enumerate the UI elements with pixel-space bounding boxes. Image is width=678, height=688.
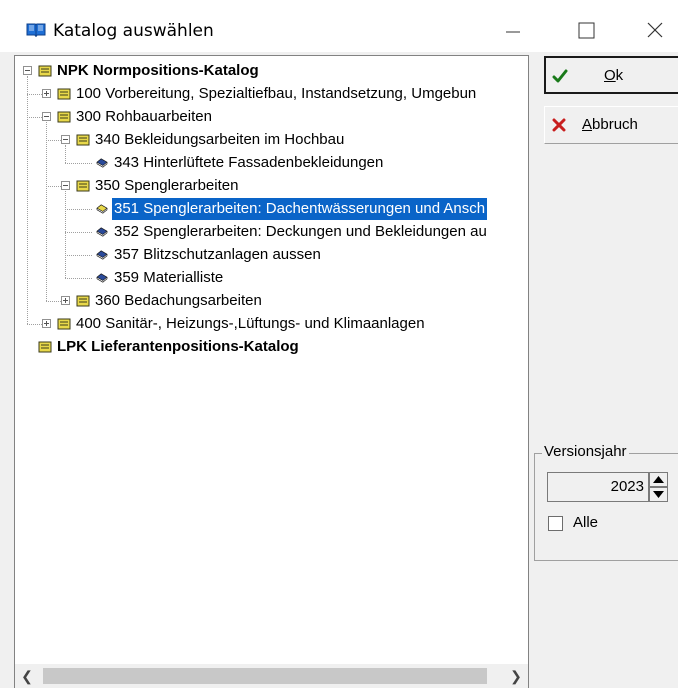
tree-item[interactable]: 352 Spenglerarbeiten: Deckungen und Bekl… [15, 221, 528, 243]
all-checkbox-label: Alle [573, 514, 599, 531]
tree-item[interactable]: LPK Lieferantenpositions-Katalog [15, 336, 528, 358]
spin-up-button[interactable] [649, 472, 668, 487]
all-checkbox[interactable] [548, 516, 563, 531]
catalog-book-icon [76, 295, 90, 307]
arrow-down-icon [653, 491, 664, 498]
expand-plus-icon[interactable] [61, 296, 70, 305]
window-title: Katalog auswählen [53, 21, 214, 41]
chapter-leaf-icon [96, 158, 108, 168]
tree-item-label: 300 Rohbauarbeiten [76, 108, 212, 125]
version-year-group [534, 453, 678, 561]
tree-item-label: 350 Spenglerarbeiten [95, 177, 239, 194]
chapter-leaf-icon [96, 250, 108, 260]
tree-item[interactable]: 100 Vorbereitung, Spezialtiefbau, Instan… [15, 83, 528, 105]
cross-icon [552, 118, 566, 132]
catalog-book-icon [76, 134, 90, 146]
catalog-book-icon [38, 65, 52, 77]
open-book-icon [26, 23, 46, 38]
expand-plus-icon[interactable] [42, 319, 51, 328]
chapter-leaf-icon [96, 273, 108, 283]
ok-button-label: Ok [604, 67, 624, 84]
tree-item[interactable]: 359 Materialliste [15, 267, 528, 289]
tree-item[interactable]: 400 Sanitär-, Heizungs-,Lüftungs- und Kl… [15, 313, 528, 335]
arrow-up-icon [653, 476, 664, 483]
tree-item[interactable]: 351 Spenglerarbeiten: Dachentwässerungen… [15, 198, 528, 220]
cancel-button-label: Abbruch [582, 116, 638, 133]
cancel-button[interactable]: Abbruch [544, 106, 678, 144]
tree-item[interactable]: NPK Normpositions-Katalog [15, 60, 528, 82]
tree-item-label: 400 Sanitär-, Heizungs-,Lüftungs- und Kl… [76, 315, 425, 332]
minimize-icon[interactable] [498, 18, 528, 44]
scroll-right-arrow-icon[interactable]: ❯ [508, 668, 524, 684]
checkmark-icon [552, 69, 568, 83]
catalog-book-icon [57, 111, 71, 123]
ok-button[interactable]: Ok [544, 56, 678, 94]
tree-item-label: 352 Spenglerarbeiten: Deckungen und Bekl… [114, 223, 487, 240]
catalog-book-icon [38, 341, 52, 353]
horizontal-scrollbar[interactable]: ❮ ❯ [15, 664, 528, 688]
chapter-leaf-icon [96, 204, 108, 214]
collapse-minus-icon[interactable] [23, 66, 32, 75]
collapse-minus-icon[interactable] [61, 181, 70, 190]
tree-item-label: NPK Normpositions-Katalog [57, 62, 259, 79]
catalog-book-icon [57, 318, 71, 330]
tree-item[interactable]: 360 Bedachungsarbeiten [15, 290, 528, 312]
close-icon[interactable] [640, 18, 670, 44]
tree-item-label: 357 Blitzschutzanlagen aussen [114, 246, 321, 263]
catalog-book-icon [76, 180, 90, 192]
tree-item-label: 360 Bedachungsarbeiten [95, 292, 262, 309]
collapse-minus-icon[interactable] [42, 112, 51, 121]
version-year-legend: Versionsjahr [542, 443, 629, 460]
maximize-icon[interactable] [572, 18, 602, 44]
tree-item-label: LPK Lieferantenpositions-Katalog [57, 338, 299, 355]
tree-item-label: 340 Bekleidungsarbeiten im Hochbau [95, 131, 345, 148]
catalog-book-icon [57, 88, 71, 100]
tree-item[interactable]: 357 Blitzschutzanlagen aussen [15, 244, 528, 266]
title-bar: Katalog auswählen [0, 0, 678, 52]
version-year-spinner[interactable] [649, 472, 668, 502]
chapter-leaf-icon [96, 227, 108, 237]
collapse-minus-icon[interactable] [61, 135, 70, 144]
tree-item-label: 100 Vorbereitung, Spezialtiefbau, Instan… [76, 85, 477, 102]
tree-item[interactable]: 343 Hinterlüftete Fassadenbekleidungen [15, 152, 528, 174]
tree-item-label: 343 Hinterlüftete Fassadenbekleidungen [114, 154, 384, 171]
expand-plus-icon[interactable] [42, 89, 51, 98]
tree-item-label: 359 Materialliste [114, 269, 224, 286]
tree-item[interactable]: 340 Bekleidungsarbeiten im Hochbau [15, 129, 528, 151]
tree-item[interactable]: 300 Rohbauarbeiten [15, 106, 528, 128]
scroll-left-arrow-icon[interactable]: ❮ [19, 668, 35, 684]
spin-down-button[interactable] [649, 487, 668, 502]
scroll-thumb[interactable] [43, 668, 487, 684]
tree-item[interactable]: 350 Spenglerarbeiten [15, 175, 528, 197]
tree-item-label: 351 Spenglerarbeiten: Dachentwässerungen… [112, 198, 488, 220]
catalog-tree[interactable]: NPK Normpositions-Katalog 100 Vorbereitun… [14, 55, 529, 688]
version-year-field[interactable]: 2023 [547, 472, 649, 502]
